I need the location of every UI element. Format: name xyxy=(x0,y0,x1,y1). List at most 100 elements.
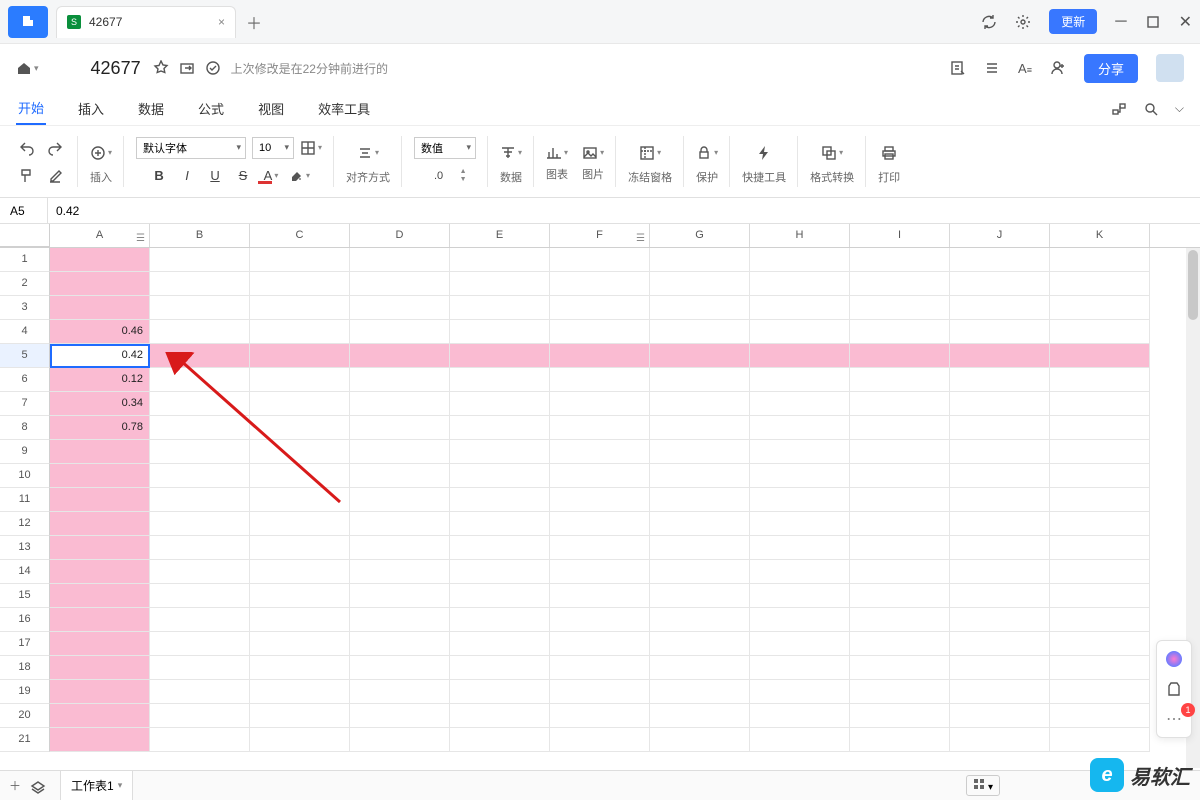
cell[interactable] xyxy=(250,560,350,584)
cell[interactable] xyxy=(750,560,850,584)
cell[interactable] xyxy=(1050,320,1150,344)
cell[interactable] xyxy=(550,728,650,752)
cell[interactable] xyxy=(650,656,750,680)
cell[interactable] xyxy=(150,680,250,704)
column-header[interactable]: B xyxy=(150,224,250,247)
cell[interactable] xyxy=(950,320,1050,344)
cell[interactable] xyxy=(150,704,250,728)
cell[interactable] xyxy=(850,656,950,680)
font-color-button[interactable]: A xyxy=(260,165,282,187)
share-button[interactable]: 分享 xyxy=(1084,54,1138,83)
cell[interactable] xyxy=(950,296,1050,320)
cell[interactable] xyxy=(850,584,950,608)
sheet-list-button[interactable] xyxy=(30,778,60,794)
cell[interactable] xyxy=(650,464,750,488)
cell[interactable] xyxy=(150,320,250,344)
cell[interactable] xyxy=(450,392,550,416)
cell[interactable] xyxy=(850,488,950,512)
cell[interactable] xyxy=(150,296,250,320)
bold-button[interactable]: B xyxy=(148,165,170,187)
cell[interactable] xyxy=(850,560,950,584)
cell[interactable] xyxy=(550,416,650,440)
settings-icon[interactable] xyxy=(1015,14,1031,30)
row-header[interactable]: 6 xyxy=(0,368,50,392)
cell[interactable] xyxy=(150,440,250,464)
cell[interactable] xyxy=(1050,656,1150,680)
menu-formula[interactable]: 公式 xyxy=(196,93,226,124)
cell[interactable] xyxy=(150,656,250,680)
cell[interactable] xyxy=(1050,464,1150,488)
ai-icon[interactable] xyxy=(1164,649,1184,669)
update-button[interactable]: 更新 xyxy=(1049,9,1097,34)
cell[interactable] xyxy=(550,296,650,320)
cell[interactable] xyxy=(750,464,850,488)
cell[interactable] xyxy=(850,536,950,560)
cell[interactable] xyxy=(650,344,750,368)
cell[interactable] xyxy=(50,272,150,296)
menu-data[interactable]: 数据 xyxy=(136,93,166,124)
sheet-tab[interactable]: 工作表1 ▾ xyxy=(60,771,133,800)
cell[interactable] xyxy=(650,368,750,392)
cell[interactable] xyxy=(950,680,1050,704)
cell[interactable] xyxy=(350,488,450,512)
cell[interactable] xyxy=(950,512,1050,536)
cell[interactable] xyxy=(550,560,650,584)
cell[interactable] xyxy=(450,584,550,608)
cell[interactable] xyxy=(350,248,450,272)
cell[interactable] xyxy=(250,680,350,704)
cell[interactable] xyxy=(750,248,850,272)
cell[interactable] xyxy=(450,296,550,320)
cell[interactable] xyxy=(550,680,650,704)
cell[interactable] xyxy=(950,440,1050,464)
cell[interactable] xyxy=(50,584,150,608)
cell[interactable] xyxy=(1050,272,1150,296)
minimize-icon[interactable]: ─ xyxy=(1115,13,1126,31)
list-icon[interactable] xyxy=(984,60,1000,76)
cell[interactable] xyxy=(150,344,250,368)
cell[interactable] xyxy=(150,728,250,752)
row-header[interactable]: 3 xyxy=(0,296,50,320)
sync-icon[interactable] xyxy=(981,14,997,30)
cell[interactable] xyxy=(350,320,450,344)
border-button[interactable] xyxy=(300,137,322,159)
cell[interactable] xyxy=(550,488,650,512)
cell[interactable] xyxy=(1050,248,1150,272)
row-header[interactable]: 14 xyxy=(0,560,50,584)
cell[interactable] xyxy=(1050,632,1150,656)
cell[interactable] xyxy=(750,632,850,656)
cell[interactable] xyxy=(50,488,150,512)
cell[interactable] xyxy=(650,272,750,296)
cell[interactable] xyxy=(250,488,350,512)
cell[interactable] xyxy=(150,512,250,536)
cell[interactable] xyxy=(50,608,150,632)
formula-input[interactable]: 0.42 xyxy=(48,204,1200,218)
cell[interactable]: 0.42 xyxy=(50,344,150,368)
row-header[interactable]: 21 xyxy=(0,728,50,752)
cell[interactable] xyxy=(450,440,550,464)
cell[interactable] xyxy=(450,488,550,512)
cell[interactable] xyxy=(650,536,750,560)
cell[interactable] xyxy=(650,632,750,656)
column-header[interactable]: H xyxy=(750,224,850,247)
clear-format-button[interactable] xyxy=(44,165,66,187)
cell[interactable] xyxy=(250,704,350,728)
cell[interactable] xyxy=(850,416,950,440)
strike-button[interactable]: S xyxy=(232,165,254,187)
cell[interactable] xyxy=(1050,344,1150,368)
filter-icon[interactable]: ☰ xyxy=(136,228,145,250)
cell[interactable]: 0.78 xyxy=(50,416,150,440)
cell[interactable] xyxy=(950,536,1050,560)
row-header[interactable]: 8 xyxy=(0,416,50,440)
fill-color-button[interactable] xyxy=(288,165,310,187)
cell[interactable] xyxy=(350,440,450,464)
cell[interactable] xyxy=(1050,368,1150,392)
row-header[interactable]: 19 xyxy=(0,680,50,704)
cell[interactable] xyxy=(750,272,850,296)
cell[interactable] xyxy=(650,488,750,512)
cell[interactable] xyxy=(1050,416,1150,440)
cell[interactable] xyxy=(950,488,1050,512)
cell[interactable] xyxy=(150,560,250,584)
cell[interactable] xyxy=(350,656,450,680)
cell[interactable] xyxy=(850,344,950,368)
cell[interactable] xyxy=(350,584,450,608)
